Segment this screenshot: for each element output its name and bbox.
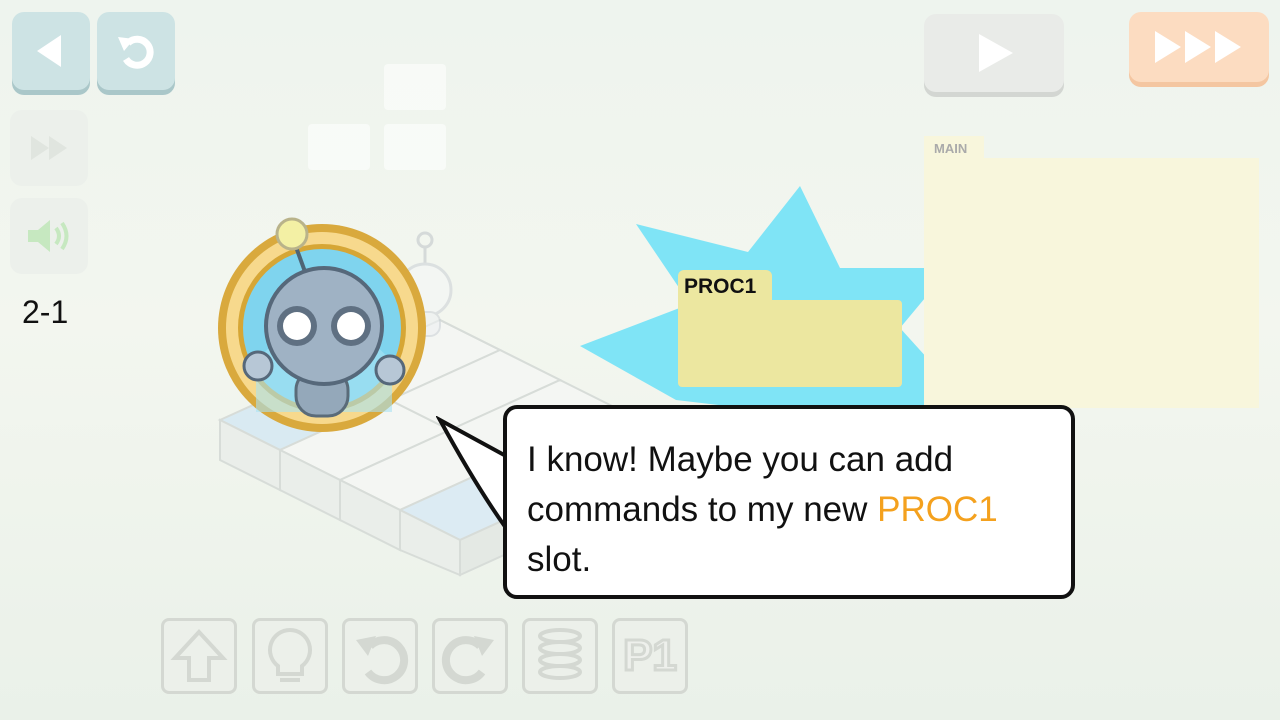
proc1-label: PROC1 [684, 275, 757, 298]
main-panel[interactable] [924, 158, 1259, 408]
background-tile [384, 124, 446, 170]
dialog-highlight: PROC1 [877, 490, 998, 529]
speaker-icon [28, 220, 69, 252]
command-turn-right[interactable] [432, 618, 508, 694]
dialog-text: I know! Maybe you can add commands to my… [527, 440, 998, 579]
level-label: 2-1 [22, 294, 69, 330]
background-tile [308, 124, 370, 170]
command-forward[interactable] [161, 618, 237, 694]
spring-icon [538, 628, 582, 680]
reset-button[interactable] [97, 12, 175, 90]
triangle-left-icon [37, 35, 61, 67]
command-jump[interactable] [522, 618, 598, 694]
proc1-panel[interactable] [678, 300, 902, 387]
speed-button[interactable] [10, 110, 88, 186]
main-tab: MAIN [924, 136, 984, 160]
p1-icon: P1 [622, 630, 679, 682]
undo-icon [118, 35, 154, 69]
command-light[interactable] [252, 618, 328, 694]
proc1-tab: PROC1 [678, 270, 772, 302]
bulb-icon [268, 627, 312, 682]
sound-button[interactable] [10, 198, 88, 274]
play-button[interactable] [924, 14, 1064, 92]
background-tile [384, 64, 446, 110]
turn-left-icon [356, 636, 409, 685]
fast-forward-button[interactable] [1129, 12, 1269, 82]
main-label: MAIN [934, 141, 968, 156]
turn-right-icon [441, 636, 494, 685]
command-turn-left[interactable] [342, 618, 418, 694]
triple-arrow-icon [1155, 31, 1241, 63]
play-icon [979, 34, 1013, 72]
back-button[interactable] [12, 12, 90, 90]
double-arrow-icon [31, 136, 67, 160]
arrow-up-icon [170, 629, 228, 682]
robot-portrait [218, 217, 426, 432]
speech-bubble: I know! Maybe you can add commands to my… [503, 405, 1075, 599]
command-proc1[interactable]: P1 [612, 618, 688, 694]
